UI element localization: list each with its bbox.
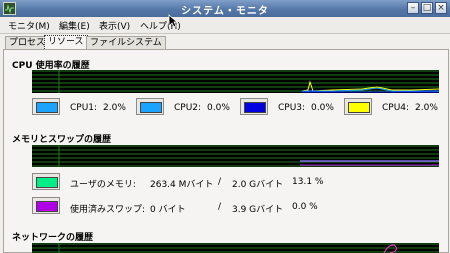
close-icon: × <box>437 3 445 13</box>
cpu4-value: 2.0% <box>415 103 438 113</box>
network-section-title: ネットワークの履歴 <box>12 233 94 243</box>
cpu-history-graph <box>32 70 439 93</box>
window-titlebar[interactable]: システム・モニタ – □ × <box>0 0 450 18</box>
user-memory-separator: / <box>218 177 222 187</box>
network-history-graph <box>32 243 439 253</box>
swap-separator: / <box>218 202 222 212</box>
tab-processes[interactable]: プロセス <box>5 36 50 50</box>
cpu2-color-button[interactable] <box>136 98 164 115</box>
user-memory-color-button[interactable] <box>32 173 60 190</box>
minimize-button[interactable]: – <box>407 2 419 14</box>
maximize-button[interactable]: □ <box>421 2 433 14</box>
maximize-icon: □ <box>422 3 432 13</box>
cpu1-color-swatch <box>36 102 58 113</box>
cpu4-color-swatch <box>348 102 370 113</box>
cpu2-value: 0.0% <box>207 103 230 113</box>
user-memory-color-swatch <box>36 177 58 188</box>
cpu4-label: CPU4: <box>382 103 410 113</box>
cpu3-color-button[interactable] <box>240 98 268 115</box>
swap-percent: 0.0 % <box>292 202 318 212</box>
cpu3-value: 0.0% <box>311 103 334 113</box>
memory-section-title: メモリとスワップの履歴 <box>12 135 112 145</box>
swap-label: 使用済みスワップ: <box>70 205 146 215</box>
cpu4-color-button[interactable] <box>344 98 372 115</box>
user-memory-percent: 13.1 % <box>292 177 324 187</box>
cpu1-value: 2.0% <box>103 103 126 113</box>
cpu1-label: CPU1: <box>70 103 98 113</box>
memory-history-graph <box>32 145 439 167</box>
tab-label: リソース <box>48 37 84 47</box>
swap-color-button[interactable] <box>32 197 60 214</box>
close-button[interactable]: × <box>435 2 447 14</box>
swap-used: 0 バイト <box>150 205 186 215</box>
window-title: システム・モニタ <box>181 6 269 17</box>
cpu1-color-button[interactable] <box>32 98 60 115</box>
menu-monitor[interactable]: モニタ(M) <box>8 19 50 32</box>
user-memory-label: ユーザのメモリ: <box>70 180 136 190</box>
menubar: モニタ(M) 編集(E) 表示(V) ヘルプ(H) <box>0 17 450 34</box>
user-memory-used: 263.4 Mバイト <box>150 180 214 190</box>
tab-label: プロセス <box>9 38 46 48</box>
menu-view[interactable]: 表示(V) <box>99 19 130 32</box>
swap-total: 3.9 Gバイト <box>232 205 284 215</box>
tab-label: ファイルシステム <box>90 38 162 48</box>
cpu2-label: CPU2: <box>174 103 202 113</box>
cpu2-color-swatch <box>140 102 162 113</box>
cpu3-color-swatch <box>244 102 266 113</box>
cpu3-label: CPU3: <box>278 103 306 113</box>
user-memory-total: 2.0 Gバイト <box>232 180 284 190</box>
minimize-icon: – <box>410 3 416 13</box>
swap-color-swatch <box>36 201 58 212</box>
tab-filesystems[interactable]: ファイルシステム <box>86 36 166 50</box>
menu-edit[interactable]: 編集(E) <box>59 19 90 32</box>
mouse-cursor-icon <box>168 14 178 28</box>
